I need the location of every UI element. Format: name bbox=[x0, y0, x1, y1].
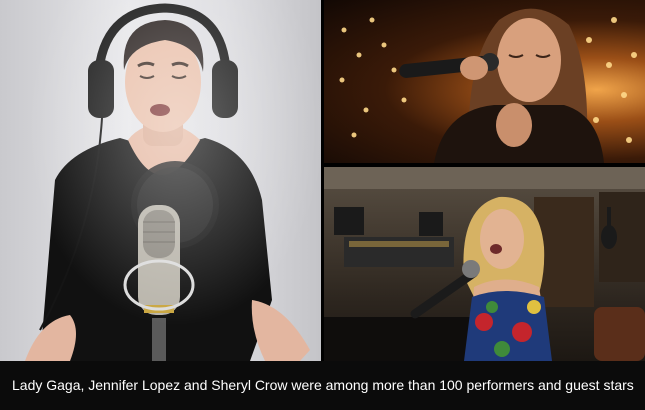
chest-hand bbox=[496, 103, 532, 147]
piano-singer-illustration bbox=[324, 167, 645, 361]
leather-chair bbox=[594, 307, 645, 361]
concert-singer-illustration bbox=[339, 8, 637, 163]
photo-collage: Lady Gaga, Jennifer Lopez and Sheryl Cro… bbox=[0, 0, 645, 410]
mic-hand bbox=[460, 56, 488, 80]
piano-singer-face bbox=[480, 209, 524, 269]
piano-icon bbox=[324, 317, 484, 361]
studio-singer-photo bbox=[0, 0, 321, 361]
studio-wall bbox=[0, 0, 321, 361]
singer-face bbox=[497, 18, 561, 102]
caption-bar: Lady Gaga, Jennifer Lopez and Sheryl Cro… bbox=[0, 361, 645, 410]
piano-singer-photo bbox=[324, 167, 645, 361]
photo-caption: Lady Gaga, Jennifer Lopez and Sheryl Cro… bbox=[12, 377, 634, 393]
concert-singer-photo bbox=[324, 0, 645, 163]
